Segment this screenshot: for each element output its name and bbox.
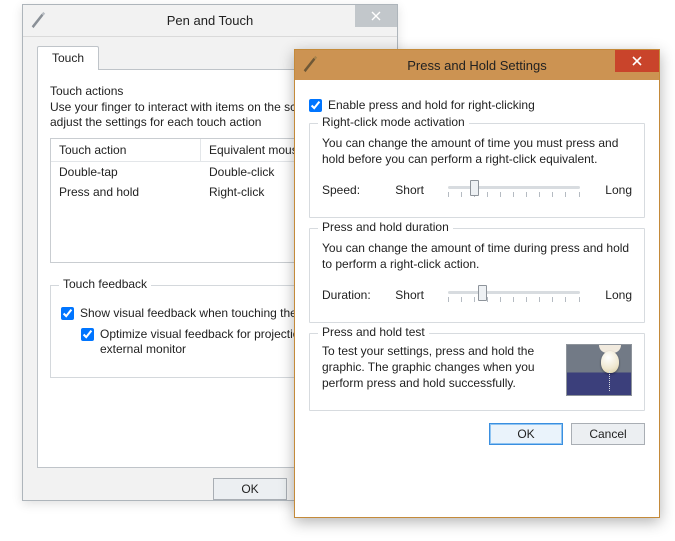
speed-short-label: Short <box>395 183 433 197</box>
touch-feedback-caption: Touch feedback <box>59 277 151 291</box>
enable-press-hold-label[interactable]: Enable press and hold for right-clicking <box>328 98 535 113</box>
duration-slider-row: Duration: Short Long <box>322 282 632 308</box>
pen-and-touch-title: Pen and Touch <box>23 13 397 28</box>
press-hold-settings-window: Press and Hold Settings Enable press and… <box>294 49 660 518</box>
table-header-action: Touch action <box>51 139 201 161</box>
duration-short-label: Short <box>395 288 433 302</box>
show-visual-feedback-checkbox[interactable] <box>61 307 74 320</box>
press-hold-body: Enable press and hold for right-clicking… <box>295 80 659 455</box>
slider-thumb[interactable] <box>470 180 479 196</box>
duration-caption: Press and hold duration <box>318 220 453 234</box>
duration-desc: You can change the amount of time during… <box>322 241 632 272</box>
duration-slider[interactable] <box>448 282 580 308</box>
close-icon <box>632 56 642 66</box>
press-hold-title: Press and Hold Settings <box>295 58 659 73</box>
enable-press-hold-checkbox[interactable] <box>309 99 322 112</box>
optimize-projection-checkbox[interactable] <box>81 328 94 341</box>
speed-slider[interactable] <box>448 177 580 203</box>
slider-track <box>448 291 580 294</box>
slider-ticks <box>448 297 580 302</box>
activation-caption: Right-click mode activation <box>318 115 469 129</box>
close-icon <box>371 11 381 21</box>
speed-label: Speed: <box>322 183 381 197</box>
test-graphic[interactable] <box>566 344 632 396</box>
speed-slider-row: Speed: Short Long <box>322 177 632 203</box>
pen-and-touch-titlebar[interactable]: Pen and Touch <box>23 5 397 37</box>
slider-thumb[interactable] <box>478 285 487 301</box>
test-caption: Press and hold test <box>318 325 429 339</box>
enable-press-hold-row: Enable press and hold for right-clicking <box>309 98 645 113</box>
press-hold-titlebar[interactable]: Press and Hold Settings <box>295 50 659 80</box>
press-hold-ok-button[interactable]: OK <box>489 423 563 445</box>
pen-and-touch-ok-button[interactable]: OK <box>213 478 287 500</box>
speed-long-label: Long <box>594 183 632 197</box>
activation-group: Right-click mode activation You can chan… <box>309 123 645 218</box>
slider-track <box>448 186 580 189</box>
press-hold-cancel-button[interactable]: Cancel <box>571 423 645 445</box>
press-hold-close-button[interactable] <box>615 50 659 72</box>
test-group: Press and hold test To test your setting… <box>309 333 645 411</box>
pen-and-touch-close-button[interactable] <box>355 5 397 27</box>
light-bulb-icon <box>601 351 619 373</box>
test-desc: To test your settings, press and hold th… <box>322 344 556 391</box>
slider-ticks <box>448 192 580 197</box>
press-hold-buttons: OK Cancel <box>309 423 645 445</box>
duration-long-label: Long <box>594 288 632 302</box>
tab-touch[interactable]: Touch <box>37 46 99 70</box>
duration-group: Press and hold duration You can change t… <box>309 228 645 323</box>
activation-desc: You can change the amount of time you mu… <box>322 136 632 167</box>
pull-cord-icon <box>609 371 610 391</box>
duration-label: Duration: <box>322 288 381 302</box>
